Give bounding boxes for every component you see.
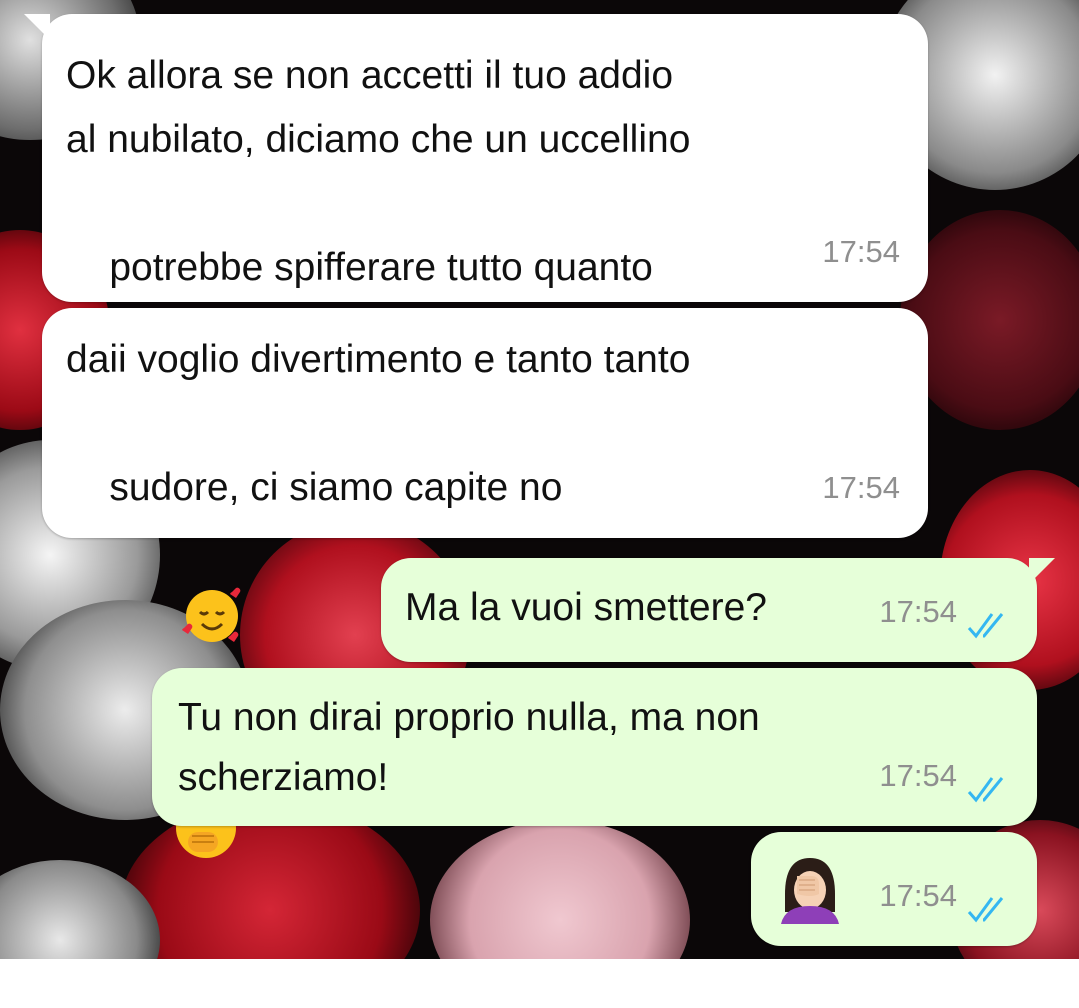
outgoing-message-bubble[interactable]: 17:54: [751, 832, 1037, 946]
message-timestamp: 17:54: [879, 878, 957, 913]
message-timestamp: 17:54: [822, 234, 900, 269]
message-timestamp: 17:54: [879, 758, 957, 793]
message-text-line: Ok allora se non accetti il tuo addio: [66, 54, 674, 97]
message-text-segment: sudore, ci siamo capite no: [109, 466, 563, 509]
message-timestamp: 17:54: [822, 470, 900, 505]
outgoing-message-bubble[interactable]: Tu non dirai proprio nulla, ma non scher…: [152, 668, 1037, 826]
message-text-line: Tu non dirai proprio nulla, ma non: [178, 696, 760, 739]
read-double-check-icon: [967, 777, 1004, 803]
incoming-message-bubble[interactable]: daii voglio divertimento e tanto tanto s…: [42, 308, 928, 858]
bubble-tail: [24, 14, 50, 40]
read-double-check-icon: [967, 897, 1004, 923]
message-text-line: scherziamo!: [178, 756, 389, 799]
bubble-tail: [1029, 558, 1055, 584]
message-text-line: daii voglio divertimento e tanto tanto: [66, 338, 691, 381]
message-timestamp: 17:54: [879, 594, 957, 629]
woman-facepalming-icon: [775, 854, 845, 944]
message-text-segment: potrebbe spifferare tutto quanto: [109, 246, 653, 289]
message-text-line: al nubilato, diciamo che un uccellino: [66, 118, 691, 161]
message-text-line: Ma la vuoi smettere?: [405, 586, 767, 629]
read-double-check-icon: [967, 613, 1004, 639]
incoming-message-bubble[interactable]: Ok allora se non accetti il tuo addio al…: [24, 14, 928, 426]
outgoing-message-bubble[interactable]: Ma la vuoi smettere? 17:54: [381, 558, 1055, 662]
